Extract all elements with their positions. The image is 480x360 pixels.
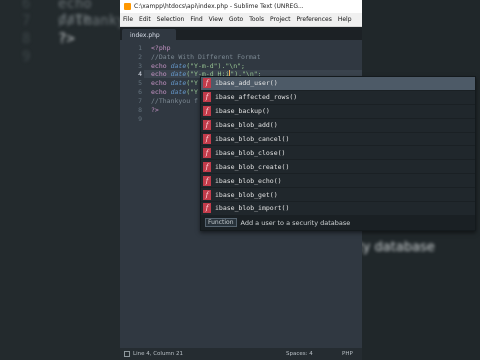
line-number: 1 bbox=[138, 44, 142, 52]
panel-toggle-icon[interactable] bbox=[124, 351, 130, 357]
line-number: 3 bbox=[138, 62, 142, 70]
bg-line-number: 9 bbox=[22, 49, 31, 65]
completion-label: ibase_blob_cancel() bbox=[215, 135, 290, 143]
autocomplete-item[interactable]: f ibase_blob_add() bbox=[201, 119, 475, 133]
function-name: date bbox=[170, 70, 187, 78]
function-kind-icon: f bbox=[203, 92, 211, 103]
bg-line-number: 6 bbox=[22, 0, 31, 12]
function-name: date bbox=[170, 79, 187, 87]
keyword: echo bbox=[151, 62, 167, 70]
code-line-3: echo date("Y-m-d")."\n"; bbox=[151, 62, 245, 70]
code-line-1: <?php bbox=[151, 44, 171, 52]
php-open-tag: <?php bbox=[151, 44, 171, 52]
completion-label: ibase_add_user() bbox=[215, 79, 278, 88]
keyword: echo bbox=[151, 70, 167, 78]
status-bar: Line 4, Column 21 Spaces: 4 PHP bbox=[120, 348, 362, 360]
function-kind-icon: f bbox=[203, 189, 211, 200]
menu-find[interactable]: Find bbox=[187, 16, 205, 23]
completion-label: ibase_blob_create() bbox=[215, 162, 290, 171]
code-args: ("Y bbox=[186, 88, 198, 96]
menu-selection[interactable]: Selection bbox=[154, 16, 188, 23]
function-kind-icon: f bbox=[203, 147, 211, 158]
bg-code-line: //Thanky bbox=[58, 13, 120, 29]
sublime-app-icon bbox=[124, 3, 131, 10]
tab-bar: index.php bbox=[120, 27, 362, 41]
bg-line-number: 7 bbox=[22, 13, 31, 29]
code-line-7: //Thankyou f bbox=[151, 97, 198, 105]
window-title: C:\xampp\htdocs\api\index.php - Sublime … bbox=[134, 3, 304, 10]
completion-label: ibase_affected_rows() bbox=[215, 93, 298, 102]
autocomplete-item[interactable]: f ibase_blob_close() bbox=[201, 146, 475, 161]
menu-edit[interactable]: Edit bbox=[136, 16, 154, 23]
line-number: 8 bbox=[138, 106, 142, 114]
indentation-setting[interactable]: Spaces: 4 bbox=[286, 351, 313, 357]
line-gutter: 1 2 3 4 5 6 7 8 9 bbox=[120, 40, 144, 348]
background-left: 6 7 8 9 echo date //Thanky ?> bbox=[0, 0, 120, 360]
completion-label: ibase_blob_get() bbox=[215, 190, 278, 199]
completion-label: ibase_blob_echo() bbox=[215, 176, 282, 185]
menu-tools[interactable]: Tools bbox=[246, 16, 267, 23]
code-line-5: echo date("Y bbox=[151, 79, 198, 87]
autocomplete-item[interactable]: f ibase_blob_echo() bbox=[201, 174, 475, 189]
completion-label: ibase_backup() bbox=[215, 107, 270, 116]
autocomplete-item[interactable]: f ibase_blob_cancel() bbox=[201, 133, 475, 147]
function-kind-icon: f bbox=[203, 106, 211, 117]
line-number-active: 4 bbox=[138, 70, 142, 78]
code-line-2: //Date With Different Format bbox=[151, 53, 261, 61]
comment: //Date With Different Format bbox=[151, 53, 261, 61]
function-kind-icon: f bbox=[203, 203, 211, 214]
keyword: echo bbox=[151, 88, 167, 96]
autocomplete-popup: f ibase_add_user() f ibase_affected_rows()… bbox=[200, 76, 476, 231]
keyword: echo bbox=[151, 79, 167, 87]
function-kind-icon: f bbox=[203, 78, 211, 89]
menu-preferences[interactable]: Preferences bbox=[294, 16, 335, 23]
line-number: 5 bbox=[138, 79, 142, 87]
bg-line-number: 8 bbox=[22, 31, 31, 47]
line-number: 7 bbox=[138, 97, 142, 105]
completion-kind-label: Function bbox=[205, 218, 237, 228]
autocomplete-item[interactable]: f ibase_blob_create() bbox=[201, 160, 475, 175]
menu-bar: File Edit Selection Find View Goto Tools… bbox=[120, 13, 362, 27]
function-kind-icon: f bbox=[203, 120, 211, 131]
bg-code-line: ?> bbox=[58, 31, 75, 47]
menu-project[interactable]: Project bbox=[267, 16, 294, 23]
function-kind-icon: f bbox=[203, 175, 211, 186]
completion-label: ibase_blob_import() bbox=[215, 204, 290, 213]
function-kind-icon: f bbox=[203, 134, 211, 144]
autocomplete-item[interactable]: f ibase_affected_rows() bbox=[201, 91, 475, 105]
function-name: date bbox=[170, 62, 187, 70]
line-number: 2 bbox=[138, 53, 142, 61]
menu-view[interactable]: View bbox=[206, 16, 226, 23]
bg-tooltip-text: ity database bbox=[362, 240, 435, 255]
syntax-setting[interactable]: PHP bbox=[342, 351, 353, 357]
tab-label: index.php bbox=[130, 31, 160, 39]
line-number: 6 bbox=[138, 88, 142, 96]
code-args: ("Y-m-d")."\n"; bbox=[186, 62, 245, 70]
php-close-tag: ?> bbox=[151, 106, 159, 114]
function-kind-icon: f bbox=[203, 161, 211, 172]
cursor-position[interactable]: Line 4, Column 21 bbox=[133, 351, 183, 357]
autocomplete-item[interactable]: f ibase_add_user() bbox=[201, 77, 475, 91]
menu-help[interactable]: Help bbox=[335, 16, 355, 23]
completion-description: Add a user to a security database bbox=[240, 218, 351, 227]
completion-label: ibase_blob_close() bbox=[215, 148, 286, 157]
code-args: ("Y bbox=[186, 79, 198, 87]
autocomplete-details: Function Add a user to a security databa… bbox=[201, 215, 475, 230]
autocomplete-item[interactable]: f ibase_blob_get() bbox=[201, 188, 475, 203]
code-line-8: ?> bbox=[151, 106, 159, 114]
menu-file[interactable]: File bbox=[120, 16, 136, 23]
title-bar: C:\xampp\htdocs\api\index.php - Sublime … bbox=[120, 0, 362, 13]
autocomplete-item[interactable]: f ibase_blob_import() bbox=[201, 202, 475, 216]
code-line-6: echo date("Y bbox=[151, 88, 198, 96]
completion-label: ibase_blob_add() bbox=[215, 121, 278, 130]
menu-goto[interactable]: Goto bbox=[226, 16, 246, 23]
function-name: date bbox=[170, 88, 187, 96]
line-number: 9 bbox=[138, 115, 142, 123]
comment: //Thankyou f bbox=[151, 97, 198, 105]
autocomplete-item[interactable]: f ibase_backup() bbox=[201, 105, 475, 119]
